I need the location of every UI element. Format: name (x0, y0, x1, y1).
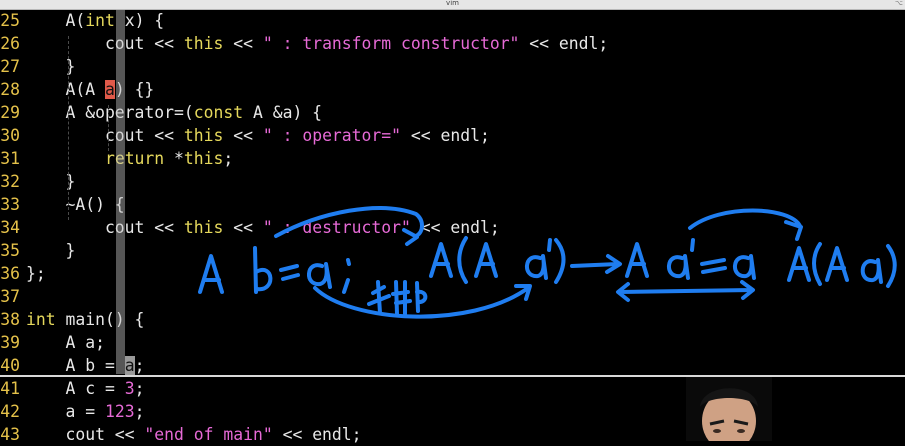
handwritten-annotation (198, 206, 897, 319)
webcam-overlay (686, 377, 772, 441)
presenter-avatar (686, 377, 772, 441)
